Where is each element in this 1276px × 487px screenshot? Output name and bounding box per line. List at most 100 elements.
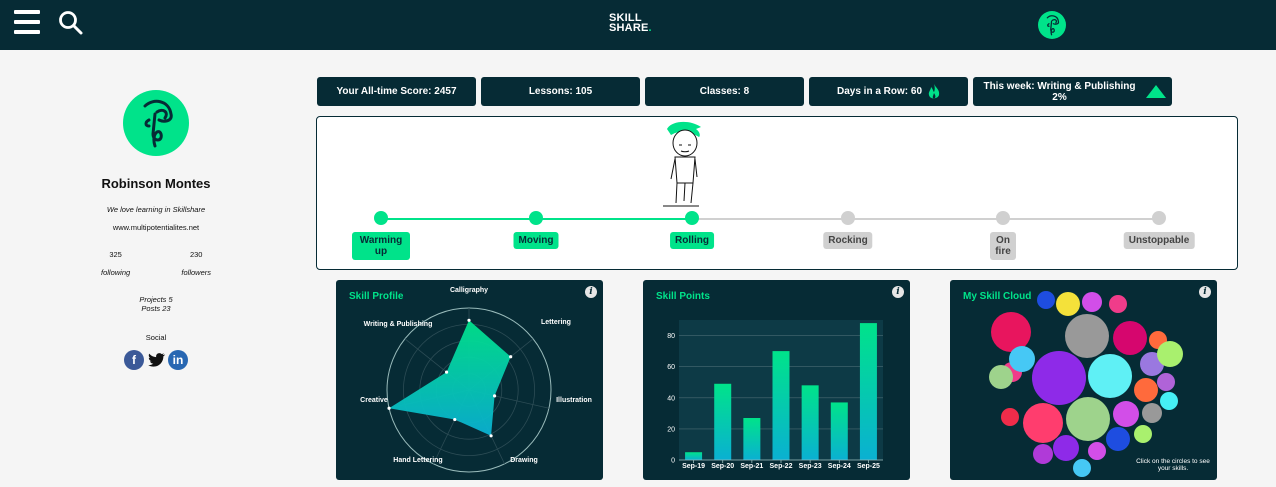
skill-bubble[interactable] xyxy=(1001,408,1019,426)
skill-bubble[interactable] xyxy=(989,365,1013,389)
level-label[interactable]: Unstoppable xyxy=(1123,232,1195,249)
skill-bubble[interactable] xyxy=(1088,442,1106,460)
skill-bubble[interactable] xyxy=(1088,354,1132,398)
menu-icon[interactable] xyxy=(14,10,40,34)
radar-point[interactable] xyxy=(387,406,391,410)
posts-count: Posts 23 xyxy=(141,304,171,313)
x-tick-label: Sep-20 xyxy=(711,463,734,470)
level-label[interactable]: Moving xyxy=(513,232,559,249)
info-icon[interactable]: i xyxy=(1199,286,1211,298)
following-stat[interactable]: 325 following xyxy=(101,250,130,277)
level-node[interactable] xyxy=(996,211,1010,225)
skill-bubble[interactable] xyxy=(1023,403,1063,443)
level-node[interactable] xyxy=(1152,211,1166,225)
skill-cloud-card: My Skill Cloud i Click on the circles to… xyxy=(950,280,1217,480)
profile-avatar[interactable] xyxy=(123,90,189,156)
radar-axis-label: Creative xyxy=(360,397,388,404)
radar-point[interactable] xyxy=(489,434,493,438)
skill-bubble[interactable] xyxy=(1073,459,1091,477)
bar[interactable] xyxy=(801,385,819,460)
avatar[interactable] xyxy=(1038,11,1066,39)
follow-stats: 325 following 230 followers xyxy=(101,250,211,277)
skill-bubble[interactable] xyxy=(1037,291,1055,309)
lessons-box: Lessons: 105 xyxy=(481,77,640,106)
level-node[interactable] xyxy=(529,211,543,225)
profile-tagline: We love learning in Skillshare xyxy=(106,205,206,214)
radar-point[interactable] xyxy=(453,417,457,422)
skill-bubble[interactable] xyxy=(1113,321,1147,355)
lessons-count: Lessons: 105 xyxy=(528,86,593,97)
y-tick-label: 80 xyxy=(667,333,675,340)
social-links: f in xyxy=(60,350,252,370)
linkedin-icon[interactable]: in xyxy=(168,350,188,370)
following-count: 325 xyxy=(109,250,122,259)
skill-bubble[interactable] xyxy=(1033,444,1053,464)
radar-point[interactable] xyxy=(467,318,471,322)
level-label[interactable]: On fire xyxy=(990,232,1016,260)
classes-count: Classes: 8 xyxy=(699,86,750,97)
skill-bubble[interactable] xyxy=(1109,295,1127,313)
bar[interactable] xyxy=(743,418,761,460)
skill-bubble[interactable] xyxy=(1065,314,1109,358)
skill-points-card: 0 20 40 60 80 Sep-19 Sep-20 Sep-21 Sep-22 Sep-23 S… xyxy=(643,280,910,480)
level-node[interactable] xyxy=(374,211,388,225)
bar[interactable] xyxy=(830,402,848,460)
radar-area xyxy=(389,320,511,436)
skill-points-bar-chart: 0 20 40 60 80 Sep-19 Sep-20 Sep-21 Sep-22 Sep-23 S… xyxy=(667,320,883,470)
info-icon[interactable]: i xyxy=(585,286,597,298)
skillshare-logo[interactable]: SKILL SHARE. xyxy=(609,13,652,34)
radar-point[interactable] xyxy=(444,370,449,374)
search-icon[interactable] xyxy=(58,10,84,36)
radar-axis-label: Calligraphy xyxy=(450,287,488,294)
skill-bubble[interactable] xyxy=(1142,403,1162,423)
skill-bubble[interactable] xyxy=(1160,392,1178,410)
skill-bubble[interactable] xyxy=(1134,425,1152,443)
skill-bubble[interactable] xyxy=(1134,378,1158,402)
info-icon[interactable]: i xyxy=(892,286,904,298)
skill-bubble[interactable] xyxy=(1157,341,1183,367)
logo-line-2-text: SHARE xyxy=(609,22,649,34)
skill-bubble[interactable] xyxy=(1066,397,1110,441)
radar-point[interactable] xyxy=(509,355,513,359)
skill-bubble[interactable] xyxy=(1106,427,1130,451)
level-label[interactable]: Warming up xyxy=(352,232,410,260)
character-illustration xyxy=(663,121,701,207)
bar[interactable] xyxy=(685,452,703,460)
bar[interactable] xyxy=(859,323,877,460)
skill-cloud-title: My Skill Cloud xyxy=(963,291,1032,302)
alltime-score-box: Your All-time Score: 2457 xyxy=(317,77,476,106)
skill-bubble[interactable] xyxy=(1113,401,1139,427)
alltime-score: Your All-time Score: 2457 xyxy=(336,86,457,97)
bar[interactable] xyxy=(714,383,732,460)
x-tick-label: Sep-25 xyxy=(857,463,880,470)
twitter-icon[interactable] xyxy=(146,350,166,370)
followers-stat[interactable]: 230 followers xyxy=(181,250,211,277)
facebook-icon[interactable]: f xyxy=(124,350,144,370)
profile-website-link[interactable]: www.multipotentialites.net xyxy=(60,223,252,232)
skill-bubble[interactable] xyxy=(1009,346,1035,372)
skill-profile-card: Calligraphy Lettering Illustration Drawing H… xyxy=(336,280,603,480)
radar-point[interactable] xyxy=(492,394,497,398)
level-label[interactable]: Rocking xyxy=(823,232,873,249)
flame-icon xyxy=(928,83,940,98)
bar[interactable] xyxy=(772,351,790,460)
projects-count: Projects 5 xyxy=(139,295,173,304)
logo-line-2: SHARE. xyxy=(609,22,652,34)
skill-bubble[interactable] xyxy=(1053,435,1079,461)
skill-bubble[interactable] xyxy=(1032,351,1086,405)
up-triangle-icon xyxy=(1145,85,1166,98)
skill-bubble[interactable] xyxy=(1157,373,1175,391)
level-node[interactable] xyxy=(685,211,699,225)
skill-bubble[interactable] xyxy=(1056,292,1080,316)
radar-axis-label: Writing & Publishing xyxy=(364,321,433,328)
avatar-illustration xyxy=(1046,15,1060,36)
skill-bubble[interactable] xyxy=(1082,292,1102,312)
skill-cloud-hint: Click on the circles to see your skills. xyxy=(1136,458,1210,472)
level-node[interactable] xyxy=(841,211,855,225)
x-tick-label: Sep-22 xyxy=(770,463,793,470)
followers-label: followers xyxy=(181,268,211,277)
social-label: Social xyxy=(145,333,167,342)
skill-bubble[interactable] xyxy=(991,312,1031,352)
radar-axis-label: Illustration xyxy=(556,397,592,404)
level-label[interactable]: Rolling xyxy=(670,232,714,249)
